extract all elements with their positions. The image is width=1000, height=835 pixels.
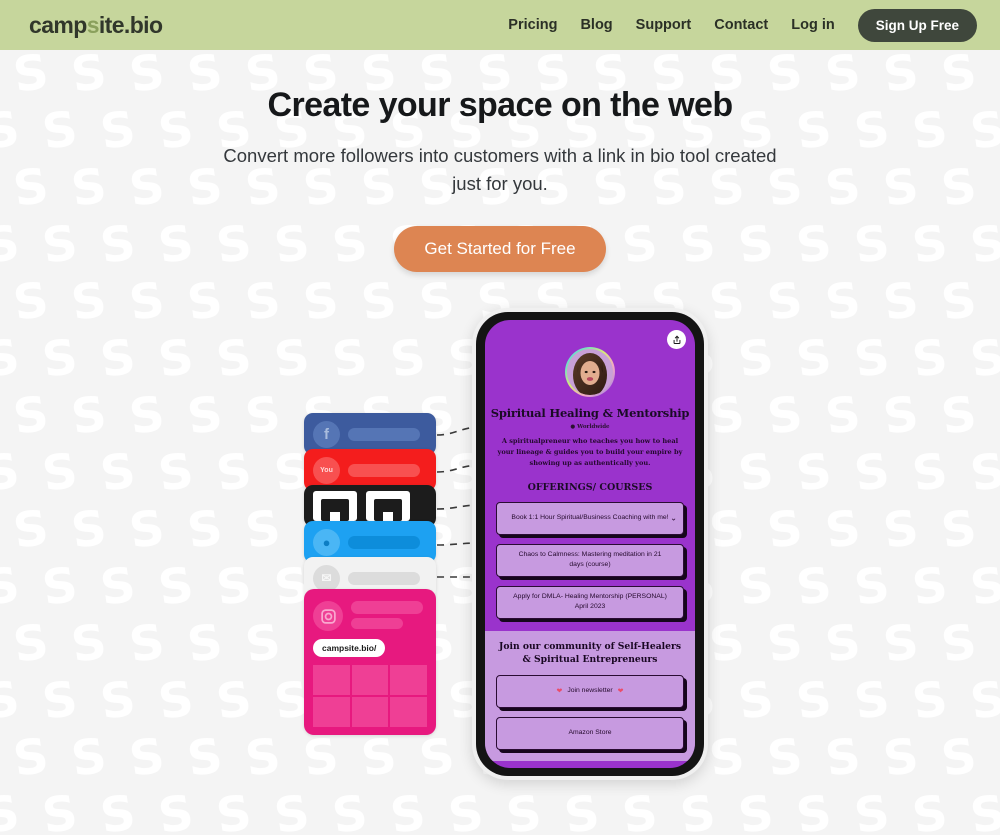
profile-bio: A spiritualpreneur who teaches you how t… [497,437,683,467]
phone-screen: Spiritual Healing & Mentorship ● Worldwi… [485,320,695,768]
envelope-icon: ✉ [313,564,340,592]
link-button-newsletter[interactable]: ❤ Join newsletter ❤ [496,674,684,708]
phone-bezel: Spiritual Healing & Mentorship ● Worldwi… [476,312,704,776]
link-label: Apply for DMLA- Healing Mentorship (PERS… [513,592,667,611]
card-placeholder-bar [348,535,420,549]
logo-accent-s: s [86,11,100,38]
grid-cell [390,697,427,727]
offerings-heading: OFFERINGS/ COURSES [527,481,653,493]
page-title: Create your space on the web [267,86,733,124]
community-heading: Join our community of Self-Healers & Spi… [499,640,681,665]
instagram-profile-header [304,589,436,631]
profile-name: Spiritual Healing & Mentorship [490,406,690,420]
avatar [565,347,615,397]
link-button-coaching[interactable]: Book 1:1 Hour Spiritual/Business Coachin… [496,501,684,535]
instagram-camera-icon [313,601,343,631]
page-root: campsite.bio Pricing Blog Support Contac… [0,0,1000,835]
cta-container: Get Started for Free [0,226,1000,273]
instagram-post-grid [313,665,427,727]
share-icon[interactable] [667,330,686,349]
link-button-amazon-store[interactable]: Amazon Store [496,716,684,750]
link-label: Chaos to Calmness: Mastering meditation … [518,550,662,569]
site-header: campsite.bio Pricing Blog Support Contac… [0,0,1000,50]
grid-cell [351,697,389,727]
card-placeholder-bar [348,427,420,441]
get-started-button[interactable]: Get Started for Free [394,226,606,273]
youtube-icon: You [313,456,340,484]
grid-cell [313,697,350,727]
main-nav: Pricing Blog Support Contact Log in Sign… [508,8,977,42]
link-label: Amazon Store [568,729,612,737]
nav-item-pricing[interactable]: Pricing [508,17,557,33]
link-label: Book 1:1 Hour Spiritual/Business Coachin… [511,514,669,522]
offerings-links: Book 1:1 Hour Spiritual/Business Coachin… [485,501,695,619]
link-button-course[interactable]: Chaos to Calmness: Mastering meditation … [496,543,684,577]
community-section: Join our community of Self-Healers & Spi… [485,630,695,761]
link-button-mentorship[interactable]: Apply for DMLA- Healing Mentorship (PERS… [496,585,684,619]
link-label: Join newsletter [567,687,613,695]
facebook-icon: f [313,420,340,448]
phone-mockup: Spiritual Healing & Mentorship ● Worldwi… [472,308,708,780]
nav-item-support[interactable]: Support [636,17,692,33]
site-logo[interactable]: campsite.bio [29,11,163,39]
profile-location: ● Worldwide [485,424,695,430]
twitter-bird-icon: ● [313,528,340,556]
sign-up-free-button[interactable]: Sign Up Free [857,8,977,42]
grid-cell [351,665,389,695]
nav-item-blog[interactable]: Blog [580,17,612,33]
hero-section: Create your space on the web Convert mor… [0,50,1000,273]
profile-location-label: Worldwide [577,424,610,430]
nav-item-contact[interactable]: Contact [714,17,768,33]
campsite-bio-badge: campsite.bio/ [313,639,386,657]
grid-cell [313,665,350,695]
avatar-image [567,349,613,395]
heart-icon-right: ❤ [617,688,624,696]
social-card-instagram: campsite.bio/ [304,589,436,735]
card-placeholder-bar [348,463,420,477]
logo-part-2: ite.bio [98,11,163,38]
chevron-down-icon[interactable]: ⌄ [670,514,677,523]
location-pin-icon: ● [570,424,576,430]
nav-item-login[interactable]: Log in [791,17,835,33]
heart-icon-left: ❤ [556,688,563,696]
instagram-placeholder-lines [351,601,423,629]
logo-part-1: camp [29,11,87,38]
grid-cell [390,665,427,695]
hero-subtitle: Convert more followers into customers wi… [223,145,777,195]
card-placeholder-bar [348,571,420,585]
